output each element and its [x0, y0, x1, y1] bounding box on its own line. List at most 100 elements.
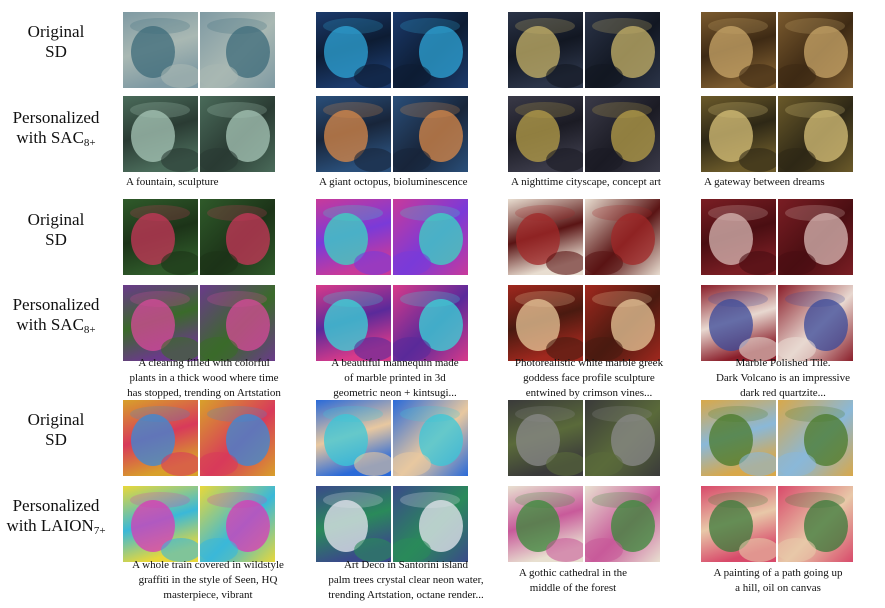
image-pair-fountain-original — [123, 12, 276, 88]
cathedral-original-image-2 — [585, 400, 660, 476]
fountain-personalized-image-2 — [200, 96, 275, 172]
caption-line: trending Artstation, octane render... — [328, 589, 484, 601]
clearing-original-image-2 — [200, 199, 275, 275]
row-label-line1: Original — [27, 22, 85, 41]
octopus-original-image-2 — [393, 12, 468, 88]
train-personalized-image-1 — [123, 486, 198, 562]
caption-line: dark red quartzite... — [740, 387, 826, 399]
caption-line: A beautiful mannequin made — [331, 357, 459, 369]
cityscape-personalized-image-1 — [508, 96, 583, 172]
octopus-personalized-image-1 — [316, 96, 391, 172]
gateway-personalized-image-2 — [778, 96, 853, 172]
caption-mannequin: A beautiful mannequin made of marble pri… — [312, 356, 478, 401]
row-label-line2: with SAC — [16, 315, 84, 334]
caption-cityscape: A nighttime cityscape, concept art — [511, 176, 661, 188]
row-label-personalized-sac-1: Personalized with SAC8+ — [0, 108, 112, 153]
image-pair-train-personalized — [123, 486, 276, 562]
image-pair-octopus-original — [316, 12, 469, 88]
row-label-line1: Original — [27, 210, 85, 229]
image-pair-cathedral-original — [508, 400, 661, 476]
image-pair-path-personalized — [701, 486, 854, 562]
gateway-original-image-2 — [778, 12, 853, 88]
caption-marble-goddess: Photorealistic white marble greek goddes… — [504, 356, 674, 401]
caption-train: A whole train covered in wildstyle graff… — [120, 558, 296, 603]
path-original-image-1 — [701, 400, 776, 476]
row-label-subscript: 8+ — [83, 324, 96, 336]
caption-path: A painting of a path going up a hill, oi… — [700, 566, 856, 596]
gateway-personalized-image-1 — [701, 96, 776, 172]
image-pair-marble-goddess-original — [508, 199, 661, 275]
clearing-original-image-1 — [123, 199, 198, 275]
mannequin-original-image-2 — [393, 199, 468, 275]
row-label-original-sd-2: Original SD — [0, 210, 112, 250]
image-pair-mannequin-personalized — [316, 285, 469, 361]
image-pair-path-original — [701, 400, 854, 476]
row-label-line2: SD — [45, 230, 67, 249]
row-label-line2: with LAION — [6, 516, 94, 535]
caption-line: a hill, oil on canvas — [735, 582, 821, 594]
image-pair-octopus-personalized — [316, 96, 469, 172]
caption-line: entwined by crimson vines... — [525, 387, 653, 399]
cityscape-original-image-1 — [508, 12, 583, 88]
row-label-line2: SD — [45, 42, 67, 61]
fountain-original-image-1 — [123, 12, 198, 88]
tile-personalized-image-1 — [701, 285, 776, 361]
cityscape-personalized-image-2 — [585, 96, 660, 172]
row-label-line1: Personalized — [12, 108, 100, 127]
row-label-subscript: 7+ — [93, 525, 106, 537]
tile-original-image-1 — [701, 199, 776, 275]
tile-original-image-2 — [778, 199, 853, 275]
row-label-original-sd-1: Original SD — [0, 22, 112, 62]
image-pair-train-original — [123, 400, 276, 476]
row-label-original-sd-3: Original SD — [0, 410, 112, 450]
path-personalized-image-2 — [778, 486, 853, 562]
caption-line: Dark Volcano is an impressive — [715, 372, 850, 384]
caption-marble-tile: Marble Polished Tile. Dark Volcano is an… — [700, 356, 866, 401]
caption-line: Art Deco in Santorini island — [343, 559, 469, 571]
image-pair-cityscape-personalized — [508, 96, 661, 172]
mannequin-personalized-image-2 — [393, 285, 468, 361]
caption-line: geometric neon + kintsugi... — [333, 387, 457, 399]
caption-line: of marble printed in 3d — [344, 372, 446, 384]
image-pair-tile-personalized — [701, 285, 854, 361]
caption-line: middle of the forest — [529, 582, 617, 594]
row-label-line2: with SAC — [16, 128, 84, 147]
caption-line: A clearing filled with colorful — [138, 357, 270, 369]
caption-gateway: A gateway between dreams — [704, 176, 825, 188]
image-pair-clearing-original — [123, 199, 276, 275]
caption-line: Photorealistic white marble greek — [514, 357, 664, 369]
path-original-image-2 — [778, 400, 853, 476]
image-pair-santorini-original — [316, 400, 469, 476]
row-label-line1: Original — [27, 410, 85, 429]
mannequin-original-image-1 — [316, 199, 391, 275]
image-pair-fountain-personalized — [123, 96, 276, 172]
clearing-personalized-image-1 — [123, 285, 198, 361]
caption-line: goddess face profile sculpture — [523, 372, 655, 384]
caption-line: masterpiece, vibrant — [163, 589, 253, 601]
train-original-image-1 — [123, 400, 198, 476]
marble-goddess-original-image-1 — [508, 199, 583, 275]
caption-octopus: A giant octopus, bioluminescence — [319, 176, 468, 188]
cityscape-original-image-2 — [585, 12, 660, 88]
marble-goddess-original-image-2 — [585, 199, 660, 275]
santorini-original-image-1 — [316, 400, 391, 476]
fountain-personalized-image-1 — [123, 96, 198, 172]
octopus-personalized-image-2 — [393, 96, 468, 172]
caption-line: A gothic cathedral in the — [518, 567, 628, 579]
caption-santorini: Art Deco in Santorini island palm trees … — [314, 558, 498, 603]
octopus-original-image-1 — [316, 12, 391, 88]
gateway-original-image-1 — [701, 12, 776, 88]
row-label-line1: Personalized — [12, 295, 100, 314]
caption-line: palm trees crystal clear neon water, — [328, 574, 484, 586]
cathedral-personalized-image-2 — [585, 486, 660, 562]
image-pair-gateway-original — [701, 12, 854, 88]
image-pair-gateway-personalized — [701, 96, 854, 172]
mannequin-personalized-image-1 — [316, 285, 391, 361]
marble-goddess-personalized-image-2 — [585, 285, 660, 361]
row-label-line1: Personalized — [12, 496, 100, 515]
train-original-image-2 — [200, 400, 275, 476]
tile-personalized-image-2 — [778, 285, 853, 361]
image-pair-clearing-personalized — [123, 285, 276, 361]
marble-goddess-personalized-image-1 — [508, 285, 583, 361]
path-personalized-image-1 — [701, 486, 776, 562]
